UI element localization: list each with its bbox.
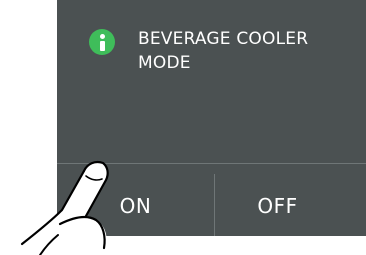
off-button[interactable]: OFF <box>215 164 366 236</box>
info-icon <box>89 29 115 55</box>
on-button-label: ON <box>119 194 152 218</box>
dialog-title: BEVERAGE COOLER MODE <box>138 29 309 73</box>
beverage-cooler-dialog: BEVERAGE COOLER MODE ON OFF <box>57 0 366 236</box>
on-button[interactable]: ON <box>57 164 214 236</box>
off-button-label: OFF <box>257 194 298 218</box>
